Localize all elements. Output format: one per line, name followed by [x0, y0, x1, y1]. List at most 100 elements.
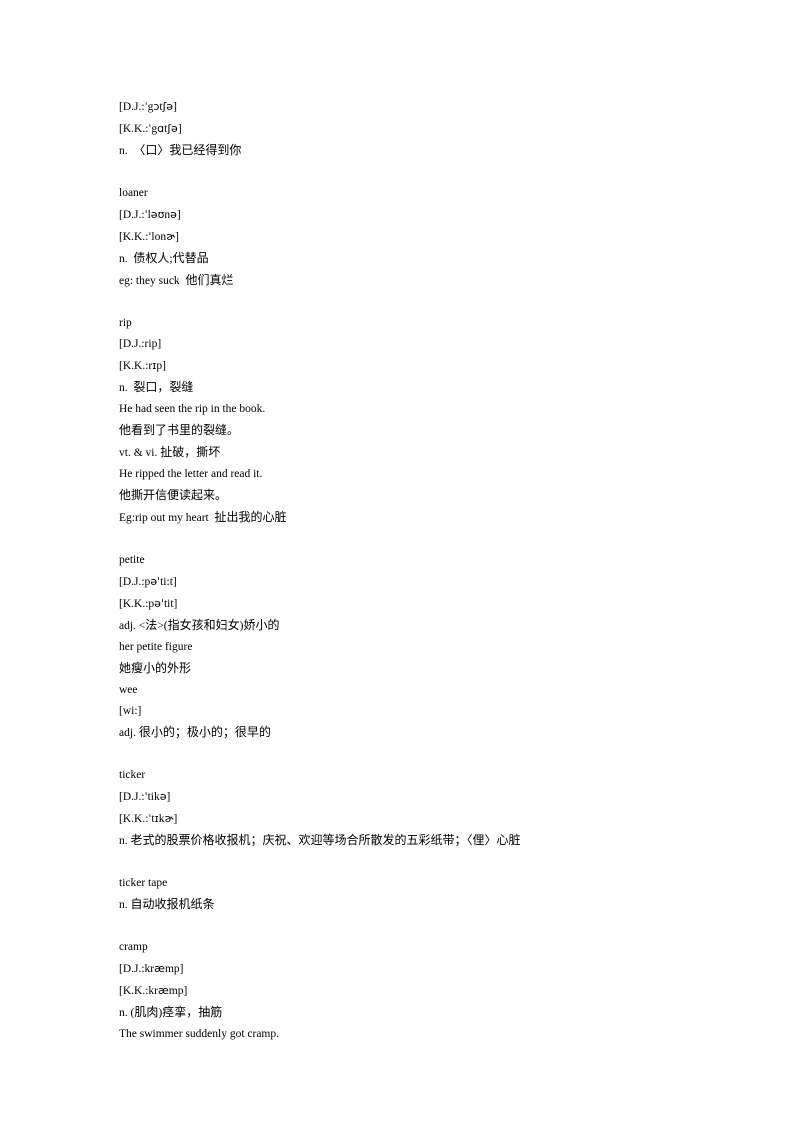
cjk-run: 自动收报机纸条	[130, 897, 215, 911]
latin-run: [K.K.:	[119, 123, 149, 135]
entry-definition-line: adj. 很小的；极小的；很早的	[119, 722, 719, 744]
cjk-run: 他撕开信便读起来。	[119, 488, 228, 502]
latin-run: adj. <	[119, 620, 146, 632]
latin-run: petite	[119, 554, 145, 566]
entry-pronunciation: [K.K.:pəˈtit]	[119, 593, 719, 615]
ipa-run: əˈ	[150, 575, 161, 588]
document-text-body: [D.J.:ˈgɔtʃə] [K.K.:ˈgɑtʃə] n. 〈口〉我已经得到你 lo…	[119, 96, 719, 1045]
ipa-run: ɚ	[166, 230, 176, 243]
entry-definition-line: n. (肌肉)痉挛，抽筋	[119, 1002, 719, 1024]
entry-headword: ticker tape	[119, 873, 719, 894]
ipa-run: əʊ	[150, 208, 165, 221]
dictionary-entry: [D.J.:ˈgɔtʃə] [K.K.:ˈgɑtʃə] n. 〈口〉我已经得到你	[119, 96, 719, 162]
latin-run: n.	[119, 382, 134, 394]
cjk-run: 裂口，裂缝	[133, 380, 194, 394]
entry-definition-line: her petite figure	[119, 637, 719, 658]
cjk-run: 扯破，撕坏	[160, 445, 221, 459]
entry-definition-line: n. 债权人;代替品	[119, 248, 719, 270]
latin-run: [D.J.:	[119, 101, 145, 113]
entry-definition-line: n. 〈口〉我已经得到你	[119, 140, 719, 162]
entry-pronunciation: [K.K.:ˈlonɚ]	[119, 226, 719, 248]
latin-run: ]	[176, 209, 181, 221]
latin-run: ]	[177, 123, 182, 135]
latin-run: [K.K.:r	[119, 360, 153, 372]
dictionary-entry: ticker [D.J.:ˈtikə] [K.K.:ˈtɪkɚ] n. 老式的股票价格…	[119, 765, 719, 852]
latin-run: The swimmer suddenly got cramp.	[119, 1028, 280, 1040]
cjk-run: 〈口〉我已经得到你	[133, 143, 242, 157]
entry-pronunciation: [D.J.:rip]	[119, 334, 719, 355]
entry-pronunciation: [K.K.:kræmp]	[119, 980, 719, 1002]
entry-definition-line: Eg:rip out my heart 扯出我的心脏	[119, 507, 719, 529]
ipa-run: ə	[170, 208, 177, 221]
cjk-run: 法	[145, 618, 158, 632]
entry-definition-line: wee	[119, 680, 719, 701]
entry-definition-line: eg: they suck 他们真烂	[119, 270, 719, 292]
entry-definition-line: 他撕开信便读起来。	[119, 485, 719, 507]
latin-run: ticker	[119, 769, 146, 781]
latin-run: ]	[175, 231, 179, 243]
latin-run: n.	[119, 253, 134, 265]
entry-definition-line: n. 裂口，裂缝	[119, 377, 719, 399]
entry-headword: ticker	[119, 765, 719, 786]
cjk-run: 痉挛，抽筋	[162, 1005, 223, 1019]
dictionary-entry: loaner [D.J.:ˈləʊnə] [K.K.:ˈlonɚ] n. 债权人;代替…	[119, 183, 719, 292]
ipa-run: æ	[157, 984, 169, 997]
cjk-run: 他看到了书里的裂缝。	[119, 423, 240, 437]
entry-definition-line: He ripped the letter and read it.	[119, 464, 719, 485]
entry-pronunciation: [K.K.:ˈtɪkɚ]	[119, 808, 719, 830]
entry-pronunciation: [K.K.:ˈgɑtʃə]	[119, 118, 719, 140]
ipa-run: ʃə	[162, 100, 174, 113]
entry-definition-line: 他看到了书里的裂缝。	[119, 420, 719, 442]
latin-run: [D.J.:	[119, 209, 145, 221]
cjk-run: 扯出我的心脏	[214, 510, 287, 524]
cjk-run: 老式的股票价格收报机；庆祝、欢迎等场合所散发的五彩纸带；〈俚〉心脏	[130, 833, 521, 847]
cjk-run: 她瘦小的外形	[119, 661, 192, 675]
latin-run: her petite figure	[119, 641, 193, 653]
latin-run: mp]	[164, 963, 184, 975]
latin-run: [K.K.:	[119, 231, 149, 243]
latin-run: loaner	[119, 187, 148, 199]
ipa-run: æ	[154, 962, 165, 975]
latin-run: [wi:]	[119, 705, 142, 717]
latin-run: [D.J.:	[119, 791, 145, 803]
entry-pronunciation: [K.K.:rɪp]	[119, 355, 719, 377]
latin-run: [K.K.:	[119, 813, 149, 825]
latin-run: eg: they suck	[119, 275, 186, 287]
latin-run: tit]	[163, 598, 178, 610]
entry-definition-line: He had seen the rip in the book.	[119, 399, 719, 420]
cjk-run: 肌肉	[134, 1005, 159, 1019]
cjk-run: 他们真烂	[185, 273, 234, 287]
latin-run: Eg:rip out my heart	[119, 512, 215, 524]
cjk-run: 娇小的	[243, 618, 280, 632]
entry-pronunciation: [wi:]	[119, 701, 719, 722]
latin-run: ]	[173, 101, 177, 113]
ipa-run: əˈ	[154, 597, 164, 610]
entry-pronunciation: [D.J.:ˈtikə]	[119, 786, 719, 808]
latin-run: cramp	[119, 941, 148, 953]
latin-run: >(	[157, 620, 168, 632]
latin-run: n.	[119, 145, 134, 157]
entry-headword: rip	[119, 313, 719, 334]
cjk-run: 指女孩和妇女	[167, 618, 240, 632]
cjk-run: 代替品	[172, 251, 209, 265]
entry-pronunciation: [D.J.:ˈgɔtʃə]	[119, 96, 719, 118]
latin-run: mp]	[168, 985, 188, 997]
dictionary-entry: ticker tape n. 自动收报机纸条	[119, 873, 719, 916]
latin-run: adj.	[119, 727, 139, 739]
dictionary-entry: rip [D.J.:rip] [K.K.:rɪp] n. 裂口，裂缝 He had se…	[119, 313, 719, 529]
entry-definition-line: adj. <法>(指女孩和妇女)娇小的	[119, 615, 719, 637]
latin-run: p]	[156, 360, 166, 372]
latin-run: ti:t]	[160, 576, 177, 588]
latin-run: [D.J.:rip]	[119, 338, 162, 350]
document-page: [D.J.:ˈgɔtʃə] [K.K.:ˈgɑtʃə] n. 〈口〉我已经得到你 lo…	[0, 0, 794, 1123]
cjk-run: 债权人	[133, 251, 170, 265]
latin-run: n.	[119, 899, 131, 911]
ipa-run: ə	[159, 790, 167, 803]
latin-run: He had seen the rip in the book.	[119, 403, 266, 415]
cjk-run: 很小的；极小的；很早的	[138, 725, 271, 739]
latin-run: [K.K.:p	[119, 598, 155, 610]
entry-definition-line: n. 老式的股票价格收报机；庆祝、欢迎等场合所散发的五彩纸带；〈俚〉心脏	[119, 830, 719, 852]
entry-definition-line: The swimmer suddenly got cramp.	[119, 1024, 719, 1045]
latin-run: n. (	[119, 1007, 135, 1019]
latin-run: [D.J.:kr	[119, 963, 155, 975]
